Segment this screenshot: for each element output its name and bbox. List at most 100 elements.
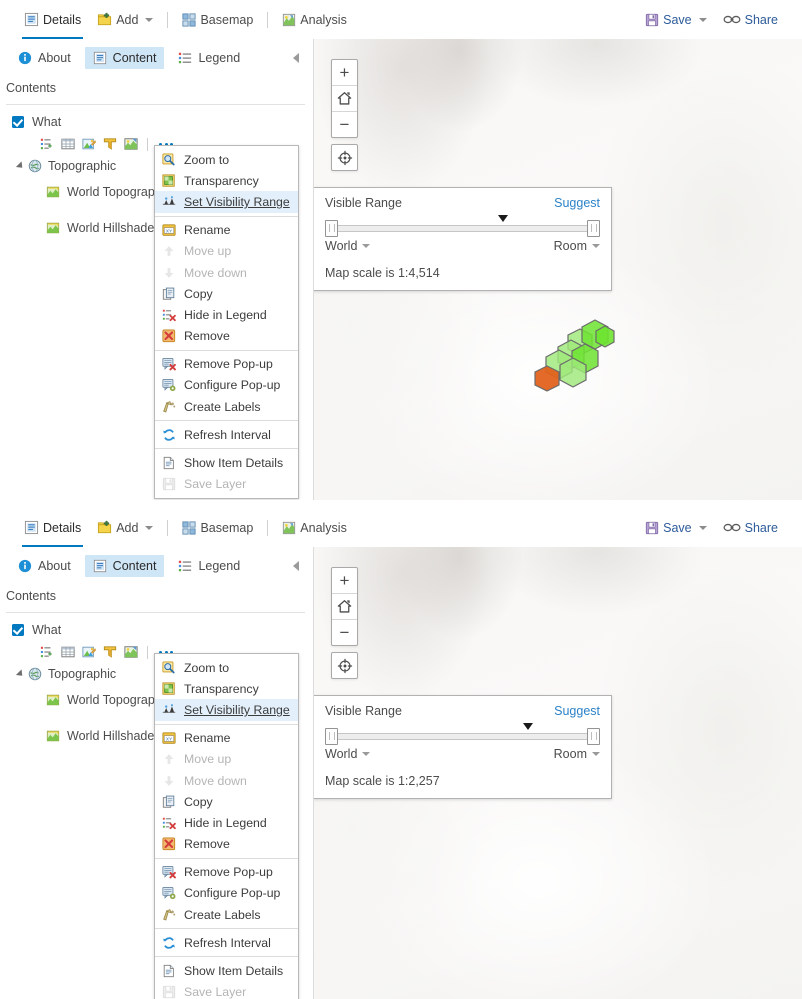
slider-handle-max[interactable]: [587, 220, 600, 237]
menu-item-copy[interactable]: Copy: [155, 791, 298, 812]
visible-range-slider[interactable]: [325, 215, 600, 238]
save-button[interactable]: Save: [637, 0, 715, 39]
refresh-icon: [162, 428, 176, 442]
menu-item-hide-in-legend[interactable]: Hide in Legend: [155, 304, 298, 325]
context-menu-group: Rename Move up Move down Copy Hide in Legend…: [155, 723, 298, 858]
sublayer-label-1: World Hillshade: [67, 729, 155, 743]
menu-item-rename[interactable]: Rename: [155, 220, 298, 241]
show-table-icon[interactable]: [40, 137, 54, 151]
suggest-link[interactable]: Suggest: [554, 196, 600, 210]
max-scale-dropdown[interactable]: Room: [554, 747, 600, 761]
menu-item-remove[interactable]: Remove: [155, 326, 298, 347]
min-scale-dropdown[interactable]: World: [325, 747, 371, 761]
save-button[interactable]: Save: [637, 508, 715, 547]
menu-item-zoom-to[interactable]: Zoom to: [155, 149, 298, 170]
menu-item-zoom-to[interactable]: Zoom to: [155, 657, 298, 678]
locate-button[interactable]: [331, 144, 358, 171]
layer-visibility-checkbox[interactable]: [12, 116, 24, 128]
menu-item-set-visibility-range[interactable]: Set Visibility Range: [155, 191, 298, 213]
layer-context-menu[interactable]: Zoom to Transparency Set Visibility Range R…: [154, 145, 299, 499]
layer-root-row[interactable]: What: [0, 619, 313, 641]
menu-item-copy[interactable]: Copy: [155, 283, 298, 304]
zoom-in-button[interactable]: +: [332, 568, 357, 593]
tab-details[interactable]: Details: [16, 0, 89, 39]
expand-collapse-icon[interactable]: [15, 161, 26, 171]
slider-track[interactable]: [329, 225, 596, 232]
sidebar-tab-content[interactable]: Content: [84, 555, 165, 577]
max-scale-dropdown[interactable]: Room: [554, 239, 600, 253]
share-button[interactable]: Share: [715, 0, 786, 39]
basemap-icon: [182, 13, 196, 27]
menu-item-remove-pop-up[interactable]: Remove Pop-up: [155, 354, 298, 375]
table-icon[interactable]: [61, 645, 75, 659]
expand-collapse-icon[interactable]: [15, 669, 26, 679]
menu-item-transparency[interactable]: Transparency: [155, 678, 298, 699]
change-style-icon[interactable]: [82, 137, 96, 151]
share-button[interactable]: Share: [715, 508, 786, 547]
sidebar-tab-about[interactable]: About: [10, 555, 79, 577]
suggest-link[interactable]: Suggest: [554, 704, 600, 718]
symbology-icon[interactable]: [124, 645, 138, 659]
configure-popup-icon: [162, 378, 176, 392]
menu-item-rename[interactable]: Rename: [155, 728, 298, 749]
sidebar-tab-about[interactable]: About: [10, 47, 79, 69]
collapse-panel-icon[interactable]: [293, 53, 299, 63]
analysis-button[interactable]: Analysis: [274, 508, 355, 547]
menu-item-create-labels[interactable]: Create Labels: [155, 904, 298, 925]
show-table-icon[interactable]: [40, 645, 54, 659]
menu-item-create-labels[interactable]: Create Labels: [155, 396, 298, 417]
menu-item-remove[interactable]: Remove: [155, 834, 298, 855]
basemap-button[interactable]: Basemap: [174, 508, 261, 547]
zoom-out-button[interactable]: −: [332, 111, 357, 137]
table-icon[interactable]: [61, 137, 75, 151]
slider-track[interactable]: [329, 733, 596, 740]
menu-item-refresh-interval[interactable]: Refresh Interval: [155, 424, 298, 445]
collapse-panel-icon[interactable]: [293, 561, 299, 571]
sidebar-tab-legend[interactable]: Legend: [170, 555, 248, 577]
menu-item-set-visibility-range[interactable]: Set Visibility Range: [155, 699, 298, 721]
layer-root-row[interactable]: What: [0, 111, 313, 133]
layer-visibility-checkbox[interactable]: [12, 624, 24, 636]
tab-details[interactable]: Details: [16, 508, 89, 547]
map-view[interactable]: + − Visible Range Suggest World Room Map…: [314, 547, 802, 999]
menu-item-configure-pop-up[interactable]: Configure Pop-up: [155, 883, 298, 904]
slider-handle-max[interactable]: [587, 728, 600, 745]
layer-context-menu[interactable]: Zoom to Transparency Set Visibility Range R…: [154, 653, 299, 999]
filter-icon[interactable]: [103, 137, 117, 151]
sidebar-tab-content[interactable]: Content: [84, 47, 165, 69]
menu-item-transparency[interactable]: Transparency: [155, 170, 298, 191]
min-scale-dropdown[interactable]: World: [325, 239, 371, 253]
menu-item-label: Configure Pop-up: [184, 886, 281, 901]
menu-item-refresh-interval[interactable]: Refresh Interval: [155, 932, 298, 953]
slider-handle-min[interactable]: [325, 220, 338, 237]
zoom-out-button[interactable]: −: [332, 619, 357, 645]
menu-item-hide-in-legend[interactable]: Hide in Legend: [155, 812, 298, 833]
menu-item-configure-pop-up[interactable]: Configure Pop-up: [155, 375, 298, 396]
menu-item-move-up: Move up: [155, 241, 298, 262]
save-icon: [645, 13, 659, 27]
change-style-icon[interactable]: [82, 645, 96, 659]
locate-button[interactable]: [331, 652, 358, 679]
home-button[interactable]: [332, 593, 357, 619]
context-menu-group: Refresh Interval: [155, 420, 298, 448]
home-button[interactable]: [332, 85, 357, 111]
menu-item-save-layer: Save Layer: [155, 982, 298, 999]
slider-handle-min[interactable]: [325, 728, 338, 745]
analysis-button[interactable]: Analysis: [274, 0, 355, 39]
visible-range-slider[interactable]: [325, 723, 600, 746]
map-view[interactable]: + − Visible Range Suggest World Room Map…: [314, 39, 802, 500]
filter-icon[interactable]: [103, 645, 117, 659]
add-button[interactable]: Add: [89, 0, 161, 39]
zoom-in-button[interactable]: +: [332, 60, 357, 85]
menu-item-remove-pop-up[interactable]: Remove Pop-up: [155, 862, 298, 883]
menu-item-show-item-details[interactable]: Show Item Details: [155, 452, 298, 473]
add-button[interactable]: Add: [89, 508, 161, 547]
max-scale-label: Room: [553, 747, 587, 761]
sidebar-tab-legend[interactable]: Legend: [170, 47, 248, 69]
symbology-icon[interactable]: [124, 137, 138, 151]
visible-range-popup[interactable]: Visible Range Suggest World Room Map sca…: [314, 187, 612, 291]
visible-range-popup[interactable]: Visible Range Suggest World Room Map sca…: [314, 695, 612, 799]
menu-item-show-item-details[interactable]: Show Item Details: [155, 960, 298, 981]
map-viewer-panel-2: Details Add Basemap Analysis Save Share …: [0, 508, 802, 999]
basemap-button[interactable]: Basemap: [174, 0, 261, 39]
